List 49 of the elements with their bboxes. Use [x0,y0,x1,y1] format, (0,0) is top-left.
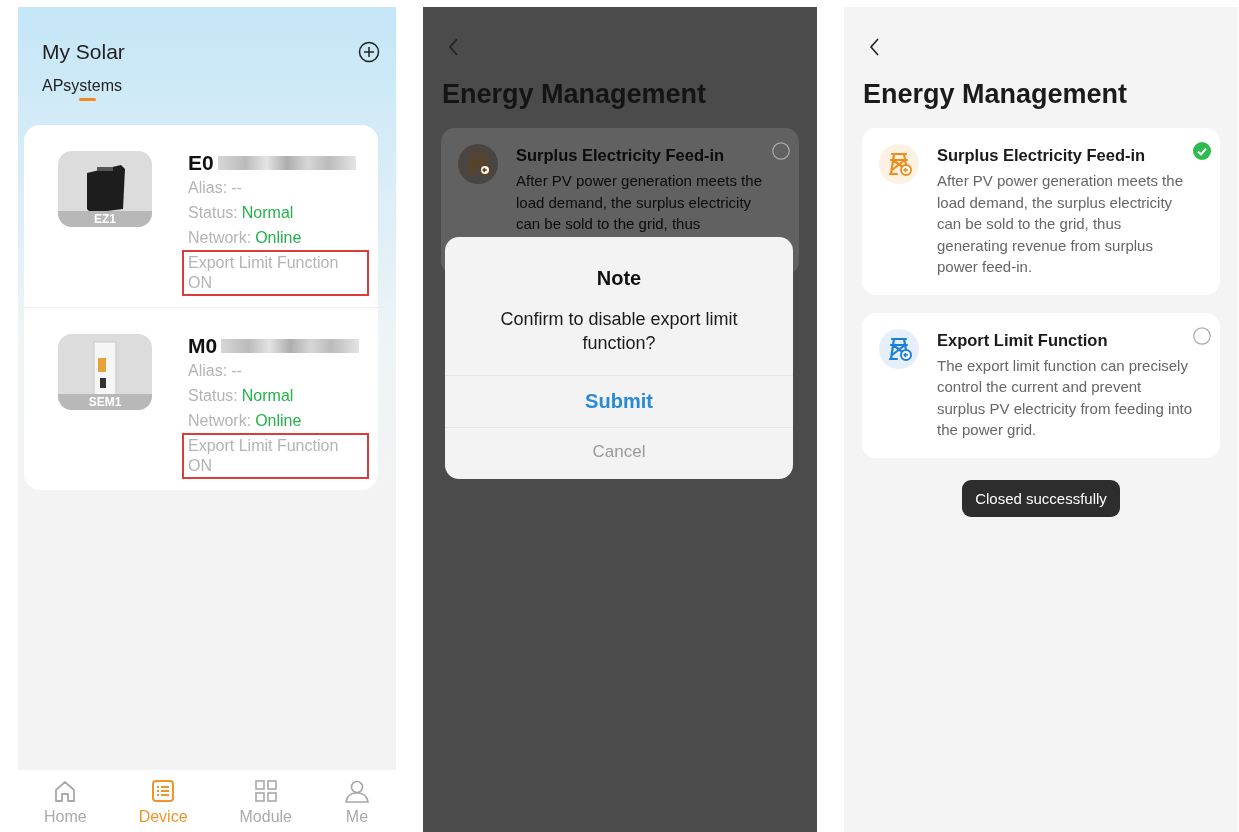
status-label: Status: [188,203,238,223]
grid-icon [252,778,279,804]
status-value: Normal [241,386,294,406]
option-title: Surplus Electricity Feed-in [937,145,1147,166]
option-title: Export Limit Function [937,329,1109,351]
model-label: SEM1 [58,394,152,410]
network-value: Online [255,228,302,248]
screen-title: My Solar [42,40,125,64]
option-title: Surplus Electricity Feed-in [516,145,726,166]
status-label: Status: [188,386,238,406]
nav-tab[interactable]: Me [343,778,370,832]
nav-tab[interactable]: Module [239,778,292,832]
network-label: Network: [188,228,252,248]
back-icon [447,37,459,57]
check-icon[interactable] [1193,142,1211,160]
cancel-button[interactable]: Cancel [445,427,793,475]
network-value: Online [255,411,302,431]
page-title: Energy Management [863,79,1129,110]
alias-label: Alias: [188,361,228,381]
brand-tab[interactable]: APsystems [42,77,122,106]
status-value: Normal [241,203,294,223]
option-card[interactable]: Surplus Electricity Feed-in After PV power generation meets the load demand, the surplus electricity can be sold to the grid, thus generating revenue from surplus power feed-in. [862,128,1220,295]
radio-icon[interactable] [772,142,790,160]
device-serial: E0 [188,151,214,175]
option-description: After PV power generation meets the load demand, the surplus electricity can be sold to the grid, thus generating revenue from surplus power feed-in. [937,171,1184,277]
radio-icon[interactable] [1193,326,1211,345]
submit-button[interactable]: Submit [445,375,793,427]
nav-tab[interactable]: Device [138,778,188,832]
list-icon [150,778,177,804]
alias-label: Alias: [188,178,228,198]
toast-message: Closed successfully [962,479,1120,517]
nav-tab[interactable]: Home [44,778,87,832]
export-limit-status: Export Limit Function ON [182,433,369,479]
tab-underline [79,98,96,101]
option-description: The export limit function can precisely control the current and prevent surplus PV electricity from feeding into the power grid. [937,355,1193,440]
export-limit-status: Export Limit Function ON [182,250,369,296]
network-label: Network: [188,411,252,431]
page-title: Energy Management [442,79,708,110]
back-icon [868,37,880,57]
alias-value: -- [231,361,242,381]
device-serial: M0 [188,334,218,358]
option-card[interactable]: Export Limit Function The export limit function can precisely control the current and prevent surplus PV electricity from feeding into the power grid. [862,312,1220,458]
alias-value: -- [231,178,242,198]
person-icon [343,778,370,804]
dialog-message: Confirm to disable export limit function? [499,308,739,355]
add-icon [358,41,380,63]
model-label: EZ1 [58,211,152,227]
option-description: After PV power generation meets the load demand, the surplus electricity can be sold to the grid, thus [516,171,763,234]
device-card[interactable]: EZ1 E0 Alias: -- Status: Normal Network: Online Export Limit Function ON SEM1 M0 Alias: -- Status: Normal Network: Online Export Limit Function ON [24,125,378,490]
